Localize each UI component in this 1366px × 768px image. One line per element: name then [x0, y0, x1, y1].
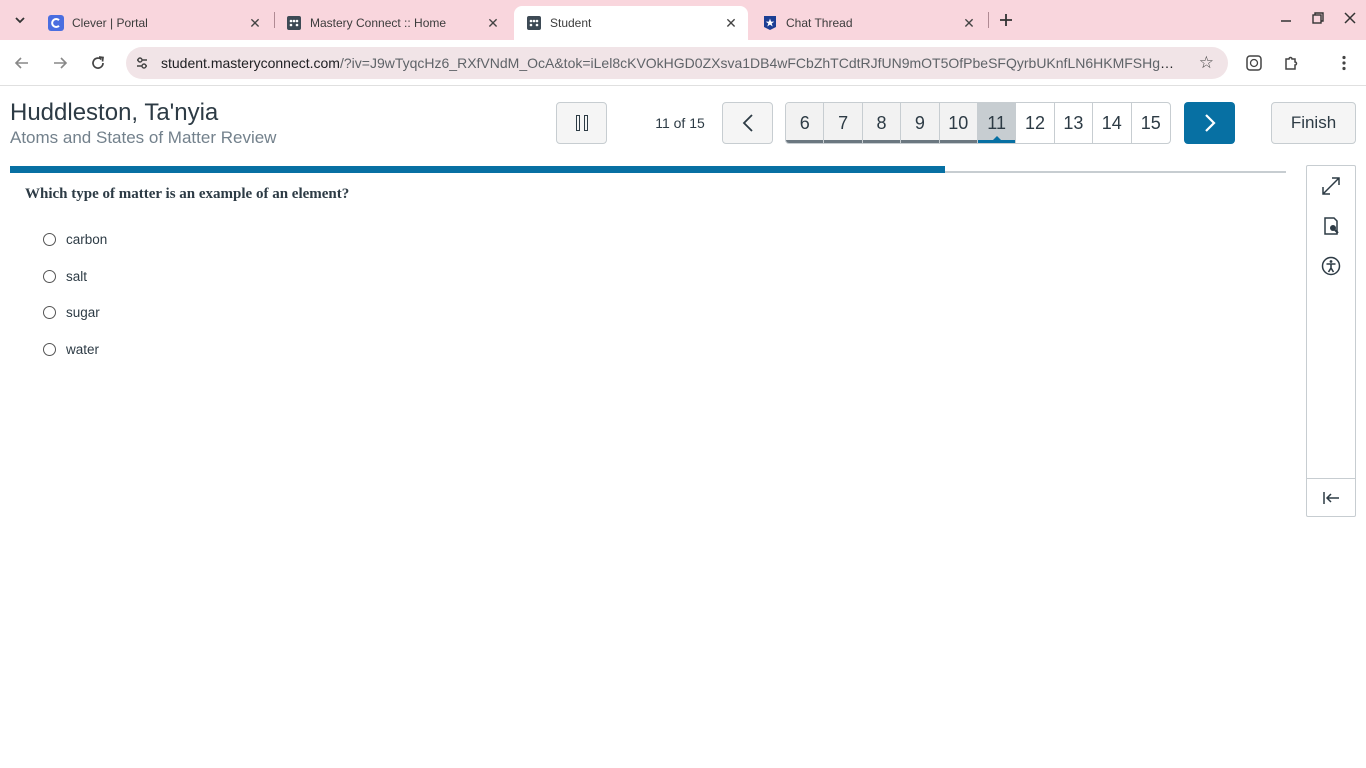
page-10-button[interactable]: 10: [939, 103, 978, 143]
page-11-button[interactable]: 11: [977, 103, 1017, 143]
extension-button[interactable]: [1243, 52, 1265, 74]
puzzle-icon: [1285, 56, 1298, 70]
page-8-button[interactable]: 8: [862, 103, 902, 143]
assessment-title: Atoms and States of Matter Review: [10, 128, 277, 147]
answer-option[interactable]: water: [43, 338, 99, 360]
tab-mastery-home[interactable]: Mastery Connect :: Home ✕: [274, 6, 510, 40]
chevron-down-icon: [15, 17, 25, 24]
accessibility-button[interactable]: [1319, 254, 1343, 278]
tab-strip: Clever | Portal ✕ Mastery Connect :: Hom…: [0, 0, 1366, 40]
reference-search-button[interactable]: [1319, 214, 1343, 238]
answer-label[interactable]: sugar: [66, 305, 100, 320]
page-9-button[interactable]: 9: [901, 103, 940, 143]
collapse-panel-button[interactable]: [1319, 486, 1343, 510]
address-bar[interactable]: student.masteryconnect.com/?iv=J9wTyqcHz…: [126, 47, 1228, 79]
extension-app-icon: [1246, 55, 1262, 71]
close-window-button[interactable]: [1334, 6, 1366, 30]
collapse-left-icon: [1323, 492, 1339, 504]
next-question-button[interactable]: [1184, 102, 1235, 144]
page-12-button[interactable]: 12: [1016, 103, 1055, 143]
bookmark-star-icon[interactable]: ☆: [1199, 53, 1214, 73]
more-vertical-icon: [1342, 55, 1346, 71]
reload-button[interactable]: [86, 51, 110, 75]
arrow-left-icon: [14, 57, 28, 69]
question-text: Which type of matter is an example of an…: [25, 186, 350, 202]
tab-chat-thread[interactable]: Chat Thread ✕: [750, 6, 986, 40]
answer-option[interactable]: carbon: [43, 228, 107, 250]
masteryconnect-icon: [286, 15, 302, 31]
radio-button[interactable]: [43, 232, 56, 246]
tab-search-button[interactable]: [8, 8, 32, 32]
tab-title: Chat Thread: [786, 16, 853, 30]
chevron-right-icon: [1204, 114, 1216, 132]
question-counter: 11 of 15: [655, 115, 705, 131]
chevron-left-icon: [742, 114, 753, 132]
arrow-right-icon: [54, 57, 68, 69]
tools-panel: [1306, 165, 1356, 517]
radio-button[interactable]: [43, 342, 56, 356]
student-name: Huddleston, Ta'nyia: [10, 99, 219, 126]
minimize-icon: [1281, 20, 1291, 22]
url-text[interactable]: student.masteryconnect.com/?iv=J9wTyqcHz…: [161, 55, 1181, 71]
radio-button[interactable]: [43, 269, 56, 283]
tab-title: Student: [550, 16, 592, 30]
tools-divider: [1307, 478, 1355, 479]
tab-student[interactable]: Student ✕: [514, 6, 748, 40]
reload-icon: [92, 56, 104, 69]
answer-option[interactable]: sugar: [43, 301, 100, 323]
star-badge-icon: [762, 15, 778, 31]
accessibility-icon: [1321, 256, 1341, 276]
pause-icon: [575, 115, 580, 131]
minimize-button[interactable]: [1270, 6, 1302, 30]
tab-title: Clever | Portal: [72, 16, 148, 30]
forward-button[interactable]: [48, 51, 72, 75]
question-pager: 6 7 8 9 10 11 12 13 14 15: [785, 102, 1171, 144]
masteryconnect-icon: [526, 15, 542, 31]
tab-separator: [988, 12, 989, 28]
answer-option[interactable]: salt: [43, 265, 87, 287]
page-6-button[interactable]: 6: [786, 103, 825, 143]
finish-button[interactable]: Finish: [1271, 102, 1356, 144]
close-icon[interactable]: ✕: [722, 14, 740, 32]
expand-icon: [1322, 177, 1340, 195]
page-14-button[interactable]: 14: [1093, 103, 1132, 143]
url-host: student.masteryconnect.com: [161, 55, 340, 71]
site-info-icon[interactable]: [135, 56, 149, 70]
plus-icon: [1000, 14, 1012, 26]
document-search-icon: [1324, 217, 1339, 235]
previous-question-button[interactable]: [722, 102, 773, 144]
browser-toolbar: student.masteryconnect.com/?iv=J9wTyqcHz…: [0, 40, 1366, 86]
answer-label[interactable]: salt: [66, 269, 87, 284]
radio-button[interactable]: [43, 305, 56, 319]
close-icon[interactable]: ✕: [246, 14, 264, 32]
close-icon[interactable]: ✕: [960, 14, 978, 32]
tab-clever[interactable]: Clever | Portal ✕: [36, 6, 272, 40]
url-path: /?iv=J9wTyqcHz6_RXfVNdM_OcA&tok=iLel8cKV…: [339, 55, 1181, 71]
extensions-button[interactable]: [1280, 52, 1302, 74]
page-7-button[interactable]: 7: [824, 103, 863, 143]
close-icon: [1344, 12, 1356, 24]
expand-button[interactable]: [1319, 174, 1343, 198]
restore-icon: [1312, 12, 1324, 24]
tab-title: Mastery Connect :: Home: [310, 16, 447, 30]
pause-icon: [583, 115, 588, 131]
clever-icon: [48, 15, 64, 31]
page-13-button[interactable]: 13: [1055, 103, 1094, 143]
pause-button[interactable]: [556, 102, 607, 144]
page-15-button[interactable]: 15: [1132, 103, 1170, 143]
new-tab-button[interactable]: [994, 8, 1018, 32]
progress-bar: [10, 166, 945, 173]
back-button[interactable]: [10, 51, 34, 75]
answer-label[interactable]: carbon: [66, 232, 107, 247]
browser-menu-button[interactable]: [1333, 52, 1355, 74]
restore-button[interactable]: [1302, 6, 1334, 30]
close-icon[interactable]: ✕: [484, 14, 502, 32]
answer-label[interactable]: water: [66, 342, 99, 357]
